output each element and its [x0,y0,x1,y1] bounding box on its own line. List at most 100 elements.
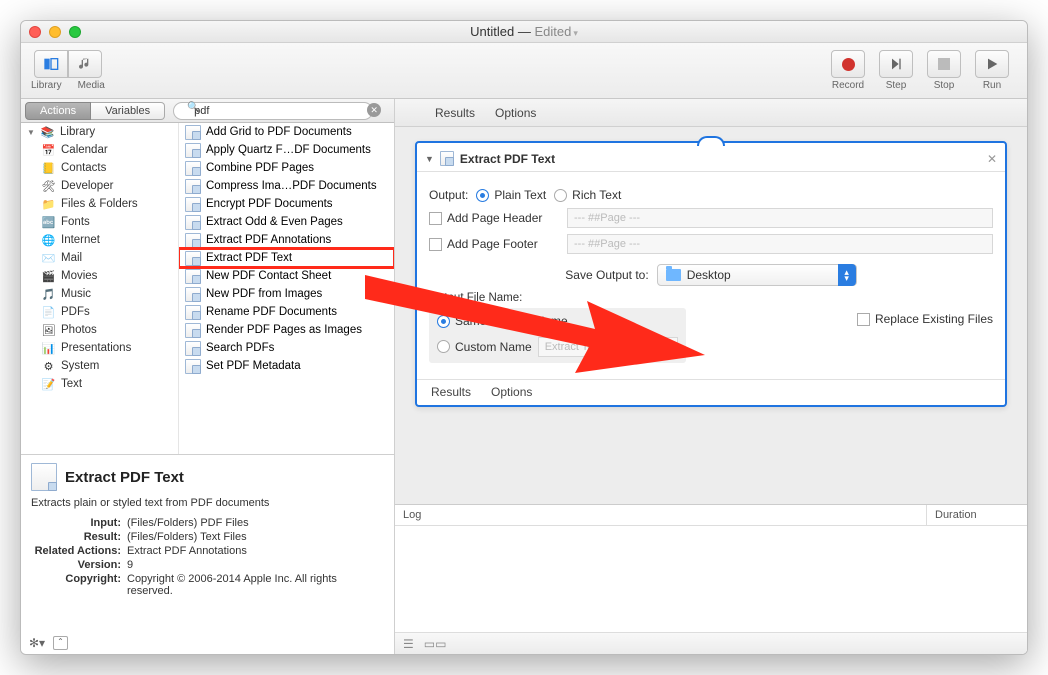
action-item[interactable]: New PDF Contact Sheet [179,267,394,285]
footer-input[interactable] [567,234,993,254]
action-item[interactable]: Extract PDF Annotations [179,231,394,249]
run-button[interactable] [975,50,1009,78]
media-label: Media [78,80,105,91]
record-button[interactable] [831,50,865,78]
pdf-action-icon [31,463,57,491]
action-item[interactable]: New PDF from Images [179,285,394,303]
library-tree[interactable]: ▼📚Library📅Calendar📒Contacts🛠Developer📁Fi… [21,123,179,454]
output-format-row: Output: Plain Text Rich Text [429,188,993,202]
card-connector-top [697,136,725,146]
info-row: Version:9 [31,559,384,571]
action-info-panel: Extract PDF Text Extracts plain or style… [21,454,394,654]
checkbox-add-header[interactable]: Add Page Header [429,211,559,225]
save-to-value: Desktop [687,268,731,282]
library-item[interactable]: 🎵Music [21,285,178,303]
log-col-log[interactable]: Log [395,505,927,525]
gear-icon[interactable]: ✻▾ [29,636,45,650]
action-item[interactable]: Extract Odd & Even Pages [179,213,394,231]
wf-tab-options[interactable]: Options [495,106,536,120]
stop-label: Stop [934,80,955,91]
expand-icon[interactable]: ⌃ [53,636,68,650]
card-tab-results[interactable]: Results [431,385,471,399]
action-item[interactable]: Search PDFs [179,339,394,357]
action-item[interactable]: Render PDF Pages as Images [179,321,394,339]
grid-view-icon[interactable]: ▭▭ [424,637,447,651]
step-icon [888,56,904,72]
library-item[interactable]: 🖼Photos [21,321,178,339]
search-icon: 🔍 [187,102,199,113]
window-title: Untitled [470,24,514,39]
workflow-canvas[interactable]: ▼ Extract PDF Text ✕ Output: Plain Text … [395,127,1027,504]
library-root[interactable]: ▼📚Library [21,123,178,141]
save-to-dropdown[interactable]: Desktop ▴▾ [657,264,857,286]
info-row: Result:(Files/Folders) Text Files [31,531,384,543]
action-item[interactable]: Combine PDF Pages [179,159,394,177]
radio-plain-text[interactable]: Plain Text [476,188,546,202]
action-card-extract-pdf-text: ▼ Extract PDF Text ✕ Output: Plain Text … [415,141,1007,407]
library-item[interactable]: 📊Presentations [21,339,178,357]
action-item[interactable]: Set PDF Metadata [179,357,394,375]
library-item[interactable]: 📄PDFs [21,303,178,321]
custom-name-input[interactable] [538,337,678,357]
log-col-duration[interactable]: Duration [927,505,1027,525]
action-item[interactable]: Apply Quartz F…DF Documents [179,141,394,159]
log-body [395,526,1027,632]
info-description: Extracts plain or styled text from PDF d… [31,497,384,509]
action-item[interactable]: Add Grid to PDF Documents [179,123,394,141]
stop-button[interactable] [927,50,961,78]
checkbox-add-footer[interactable]: Add Page Footer [429,237,559,251]
close-card-icon[interactable]: ✕ [987,152,997,166]
radio-same-as-input[interactable]: Same as Input Name [437,314,568,328]
folder-icon [666,269,681,281]
search-input[interactable] [173,102,373,120]
library-item[interactable]: 🎬Movies [21,267,178,285]
save-to-label: Save Output to: [565,268,648,282]
card-tab-options[interactable]: Options [491,385,532,399]
action-item[interactable]: Extract PDF Text [179,249,394,267]
tab-variables[interactable]: Variables [91,102,165,120]
wf-tab-results[interactable]: Results [435,106,475,120]
log-panel: Log Duration ☰ ▭▭ [395,504,1027,654]
stop-icon [938,58,950,70]
media-button[interactable] [68,50,102,78]
checkbox-replace-existing[interactable]: Replace Existing Files [857,312,993,326]
library-item[interactable]: 🛠Developer [21,177,178,195]
clear-search-icon[interactable]: ✕ [367,103,381,117]
toolbar: Library Media Record Step Stop [21,43,1027,99]
radio-custom-name[interactable]: Custom Name [437,340,532,354]
info-row: Related Actions:Extract PDF Annotations [31,545,384,557]
library-item[interactable]: 📁Files & Folders [21,195,178,213]
library-item[interactable]: 📒Contacts [21,159,178,177]
tab-actions[interactable]: Actions [25,102,91,120]
action-item[interactable]: Encrypt PDF Documents [179,195,394,213]
library-item[interactable]: ✉️Mail [21,249,178,267]
disclosure-icon[interactable]: ▼ [425,154,434,164]
step-label: Step [886,80,907,91]
library-item[interactable]: 🔤Fonts [21,213,178,231]
action-item[interactable]: Compress Ima…PDF Documents [179,177,394,195]
record-label: Record [832,80,864,91]
library-item[interactable]: 🌐Internet [21,231,178,249]
library-item[interactable]: ⚙System [21,357,178,375]
window-status[interactable]: Edited [534,24,577,39]
list-view-icon[interactable]: ☰ [403,637,414,651]
panels-icon [43,56,59,72]
pdf-action-icon [440,151,454,166]
library-item[interactable]: 📝Text [21,375,178,393]
step-button[interactable] [879,50,913,78]
action-item[interactable]: Rename PDF Documents [179,303,394,321]
library-button[interactable] [34,50,68,78]
card-title: Extract PDF Text [460,152,555,166]
info-row: Copyright:Copyright © 2006-2014 Apple In… [31,573,384,597]
header-input[interactable] [567,208,993,228]
library-item[interactable]: 📅Calendar [21,141,178,159]
actions-list[interactable]: Add Grid to PDF DocumentsApply Quartz F…… [179,123,394,454]
radio-rich-text[interactable]: Rich Text [554,188,621,202]
output-file-name-label: Output File Name: [429,292,849,304]
info-row: Input:(Files/Folders) PDF Files [31,517,384,529]
output-label: Output: [429,188,468,202]
info-footer: ✻▾ ⌃ [29,636,68,650]
left-tabs: Actions Variables 🔍 ✕ [21,99,394,123]
titlebar: Untitled — Edited [21,21,1027,43]
music-note-icon [77,56,93,72]
